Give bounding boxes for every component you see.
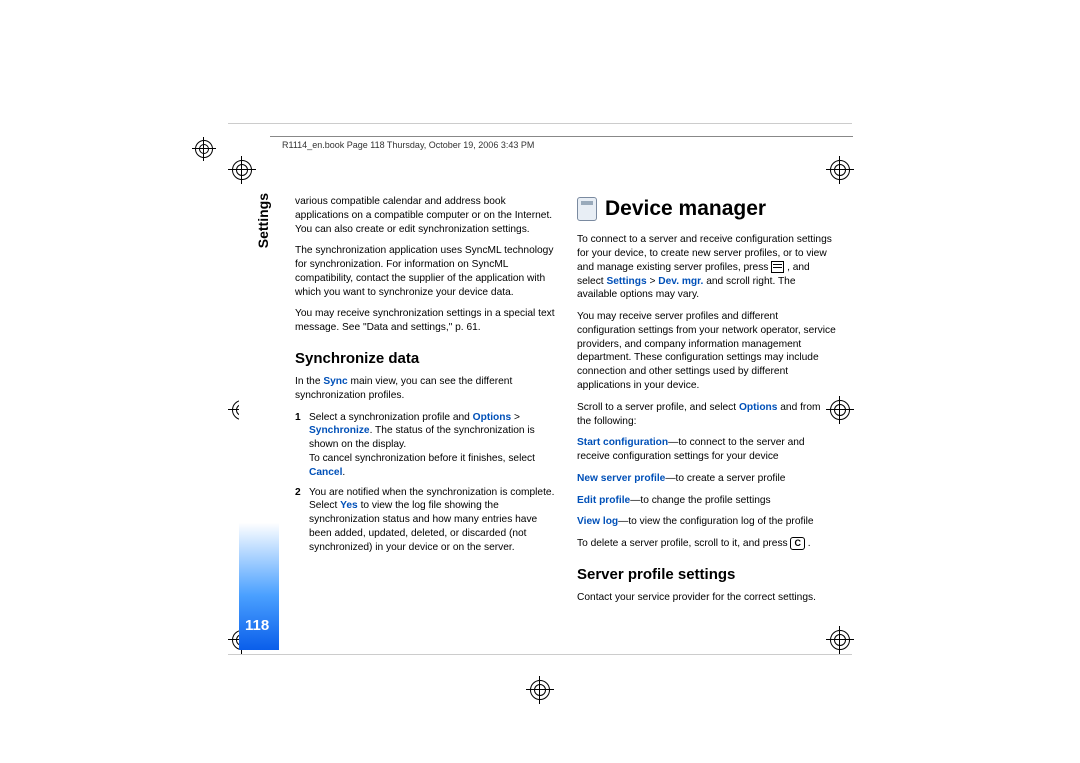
para: The synchronization application uses Syn… <box>295 244 555 299</box>
heading-server-profile-settings: Server profile settings <box>577 565 837 585</box>
page-number: 118 <box>245 617 269 634</box>
steps-list: 1 Select a synchronization profile and O… <box>295 411 555 555</box>
ui-term: Settings <box>606 276 646 287</box>
right-column: Device manager To connect to a server an… <box>577 195 837 613</box>
heading-synchronize-data: Synchronize data <box>295 349 555 369</box>
heading-device-manager: Device manager <box>577 195 837 223</box>
ui-term: Cancel <box>309 467 342 478</box>
c-key-icon: C <box>790 537 805 550</box>
ui-term: New server profile <box>577 473 665 484</box>
para: You may receive server profiles and diff… <box>577 310 837 393</box>
content-area: various compatible calendar and address … <box>295 195 845 613</box>
step-1: 1 Select a synchronization profile and O… <box>295 411 555 480</box>
para: Scroll to a server profile, and select O… <box>577 401 837 429</box>
left-column: various compatible calendar and address … <box>295 195 555 613</box>
header-rule <box>270 136 853 137</box>
para: Contact your service provider for the co… <box>577 591 837 605</box>
page-number-gradient <box>239 195 279 650</box>
ui-term: Dev. mgr. <box>658 276 703 287</box>
option: View log—to view the configuration log o… <box>577 515 837 529</box>
para: To connect to a server and receive confi… <box>577 233 837 302</box>
step-2: 2 You are notified when the synchronizat… <box>295 486 555 555</box>
option: New server profile—to create a server pr… <box>577 472 837 486</box>
ui-term: Options <box>473 412 511 423</box>
menu-key-icon <box>771 261 784 273</box>
ui-term: Edit profile <box>577 495 630 506</box>
para: To delete a server profile, scroll to it… <box>577 537 837 551</box>
ui-term: Options <box>739 402 777 413</box>
option: Edit profile—to change the profile setti… <box>577 494 837 508</box>
device-manager-icon <box>577 197 597 221</box>
ui-term: Sync <box>323 376 347 387</box>
ui-term: Synchronize <box>309 425 370 436</box>
para: In the Sync main view, you can see the d… <box>295 375 555 403</box>
ui-term: Yes <box>340 500 358 511</box>
section-tab: Settings <box>255 193 271 248</box>
para: You may receive synchronization settings… <box>295 307 555 335</box>
option: Start configuration—to connect to the se… <box>577 436 837 464</box>
header-text: R1114_en.book Page 118 Thursday, October… <box>282 140 534 150</box>
registration-mark <box>195 140 215 160</box>
ui-term: Start configuration <box>577 437 668 448</box>
crop-mark-bc <box>530 680 560 710</box>
para: various compatible calendar and address … <box>295 195 555 236</box>
ui-term: View log <box>577 516 618 527</box>
